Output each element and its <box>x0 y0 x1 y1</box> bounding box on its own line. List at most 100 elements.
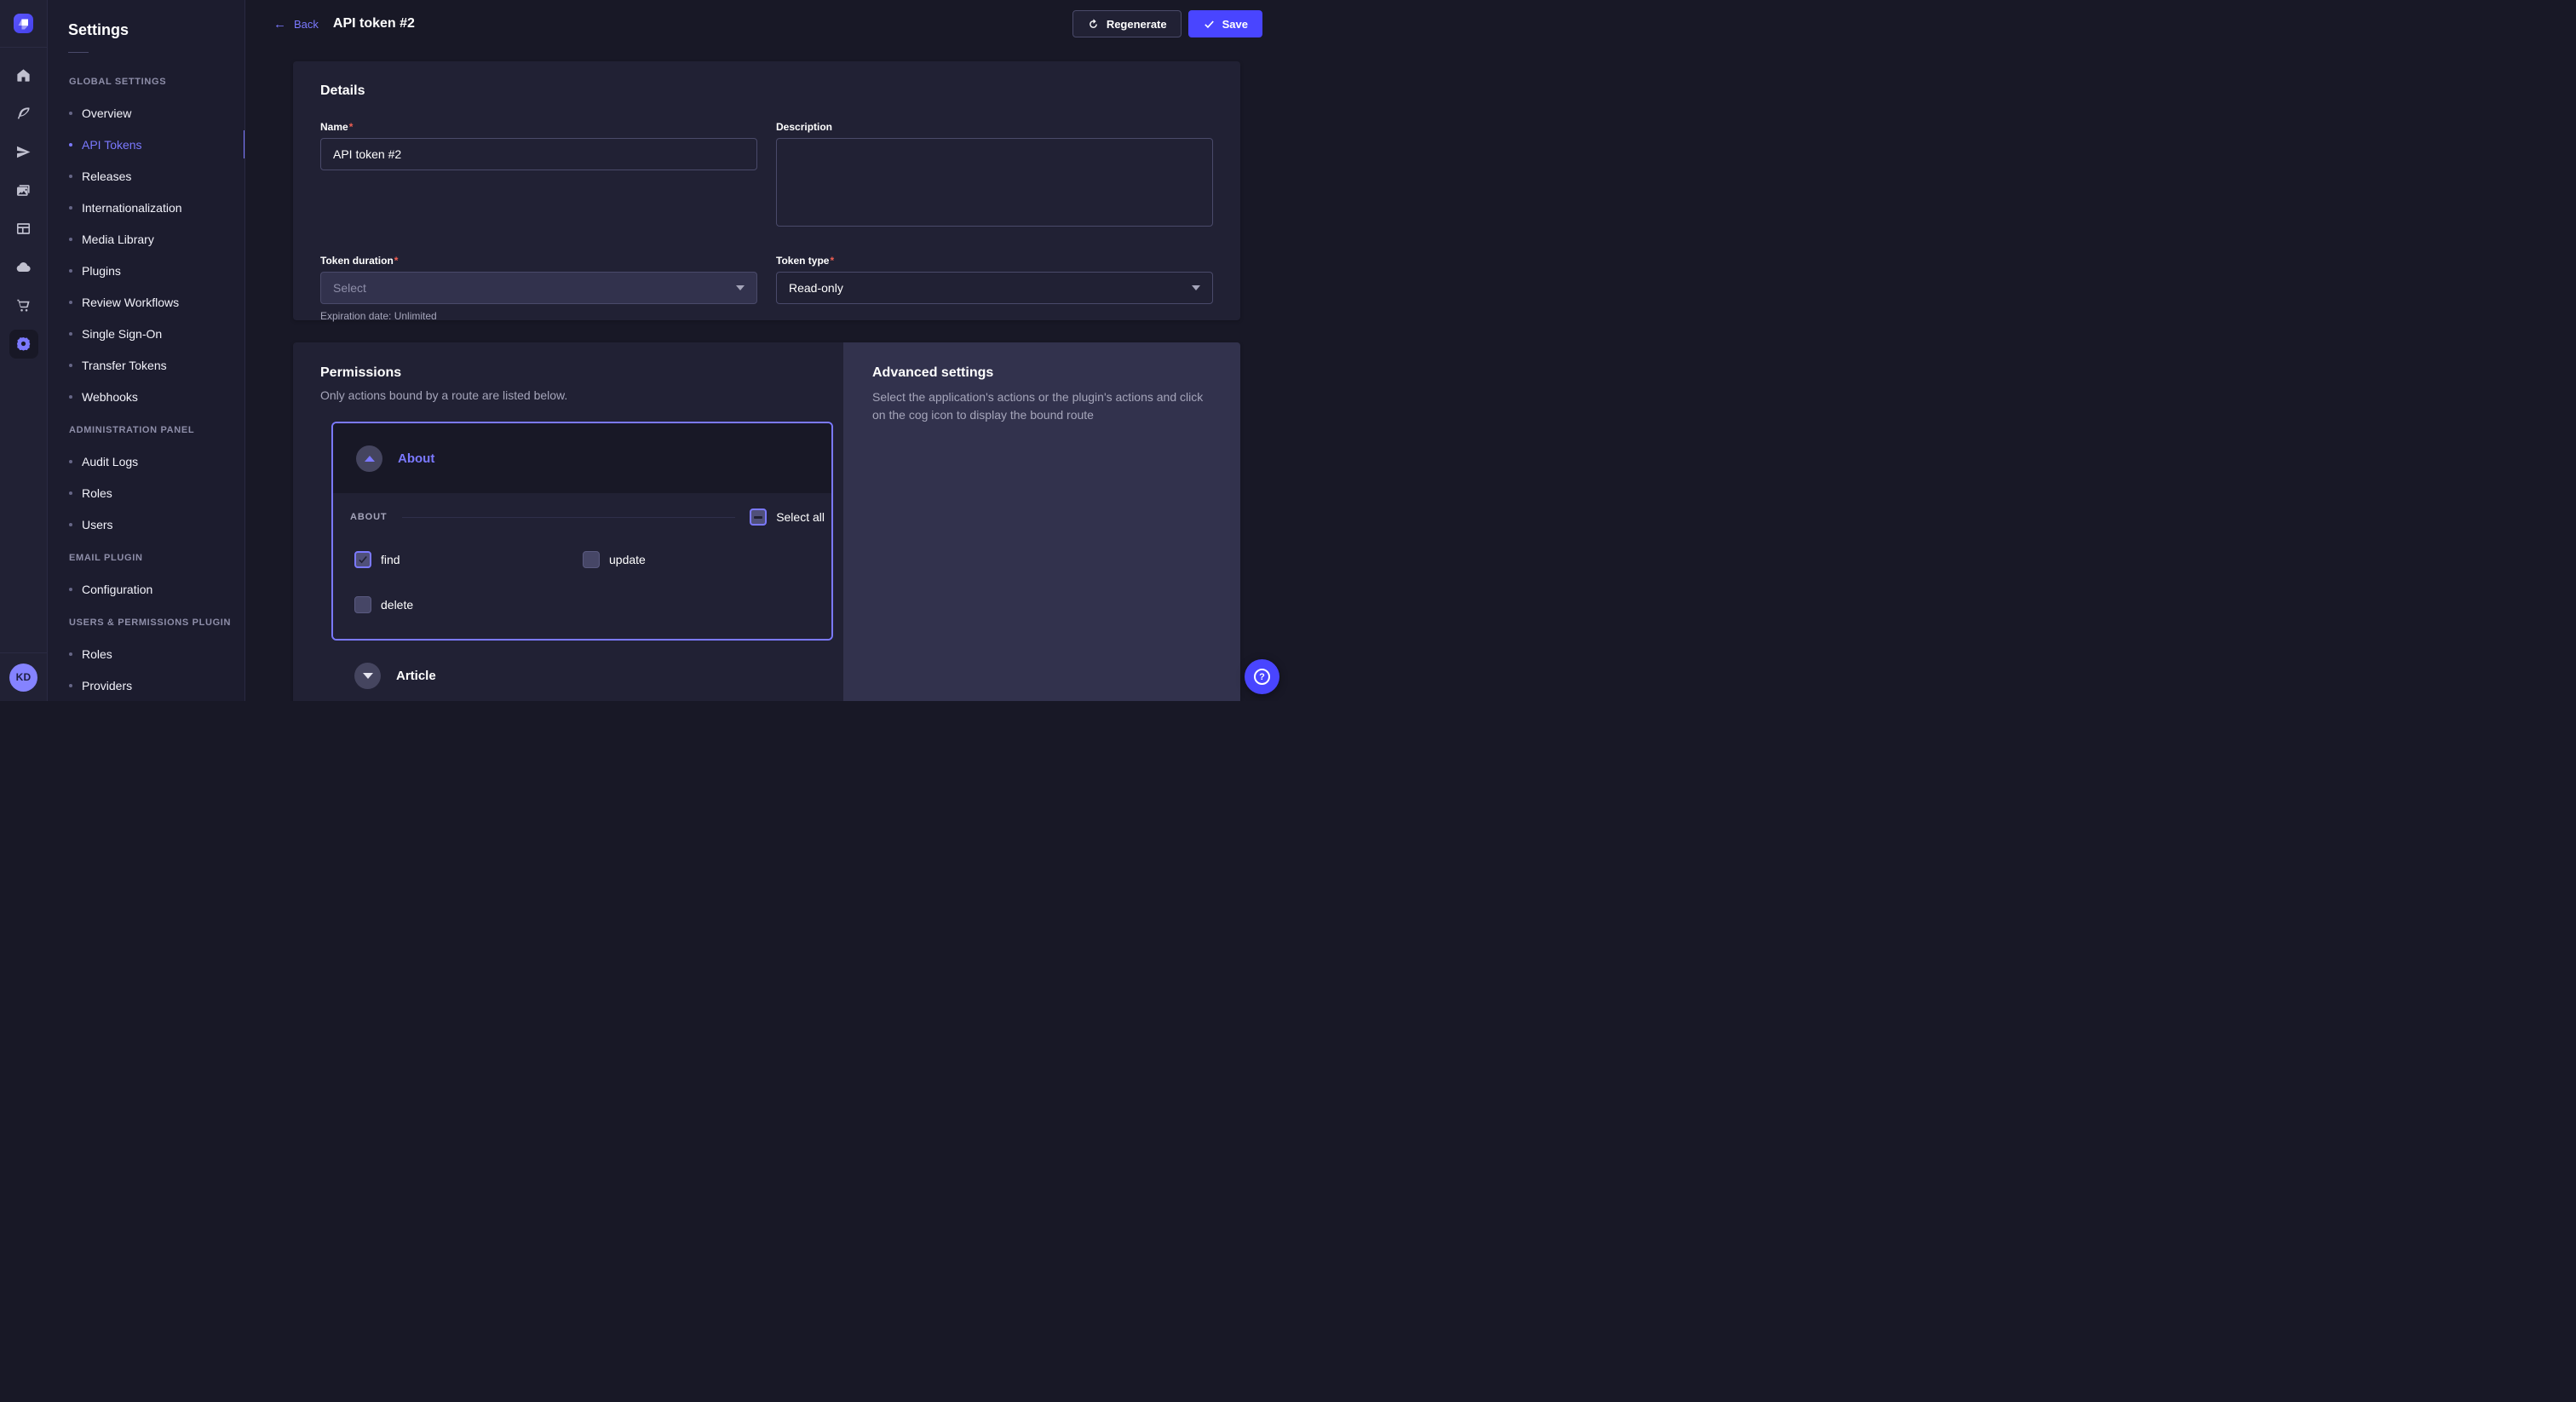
main-nav-rail: KD <box>0 0 48 701</box>
bullet-icon <box>69 112 72 115</box>
name-label: Name* <box>320 121 757 133</box>
actions-grid: find update delete <box>354 551 825 613</box>
bullet-icon <box>69 395 72 399</box>
gear-icon <box>15 336 32 352</box>
main-content: ← Back API token #2 Regenerate Save Deta… <box>245 0 1288 701</box>
article-accordion-header[interactable]: Article <box>331 663 833 689</box>
title-divider <box>68 52 89 53</box>
sidebar-item-plugins[interactable]: Plugins <box>48 255 244 286</box>
save-button[interactable]: Save <box>1188 10 1262 37</box>
cloud-icon <box>15 259 32 275</box>
about-accordion-body: ABOUT Select all find <box>333 493 831 639</box>
sidebar-item-admin-roles[interactable]: Roles <box>48 477 244 509</box>
collapse-toggle-button[interactable] <box>356 445 382 472</box>
nav-media-library[interactable] <box>9 176 38 205</box>
sidebar-item-api-tokens[interactable]: API Tokens <box>48 129 244 160</box>
action-find: find <box>354 551 583 568</box>
check-icon <box>357 554 369 566</box>
help-icon: ? <box>1254 669 1270 685</box>
chevron-down-icon <box>736 285 745 290</box>
chevron-down-icon <box>1192 285 1200 290</box>
bullet-icon <box>69 175 72 178</box>
home-icon <box>15 67 32 83</box>
nav-settings[interactable] <box>9 330 38 359</box>
nav-releases[interactable] <box>9 138 38 167</box>
details-title: Details <box>320 83 1213 99</box>
sidebar-item-audit-logs[interactable]: Audit Logs <box>48 445 244 477</box>
sidebar-item-internationalization[interactable]: Internationalization <box>48 192 244 223</box>
page-title: API token #2 <box>333 16 415 32</box>
nav-cloud[interactable] <box>9 253 38 282</box>
update-checkbox[interactable] <box>583 551 600 568</box>
description-field-group: Description <box>776 121 1213 231</box>
action-label[interactable]: find <box>381 553 400 566</box>
sidebar-item-configuration[interactable]: Configuration <box>48 573 244 605</box>
select-all-checkbox[interactable] <box>750 509 767 526</box>
sidebar-item-up-roles[interactable]: Roles <box>48 638 244 669</box>
sidebar-item-webhooks[interactable]: Webhooks <box>48 381 244 412</box>
help-button[interactable]: ? <box>1245 659 1279 694</box>
bullet-icon <box>69 491 72 495</box>
permissions-card: Permissions Only actions bound by a rout… <box>293 342 1240 701</box>
find-checkbox[interactable] <box>354 551 371 568</box>
bullet-icon <box>69 143 72 147</box>
nav-home[interactable] <box>9 61 38 90</box>
permissions-panel: Permissions Only actions bound by a rout… <box>293 342 843 701</box>
nav-content-manager[interactable] <box>9 215 38 244</box>
token-duration-label: Token duration* <box>320 255 757 267</box>
description-textarea[interactable] <box>776 138 1213 227</box>
sidebar-item-releases[interactable]: Releases <box>48 160 244 192</box>
sidebar-item-single-sign-on[interactable]: Single Sign-On <box>48 318 244 349</box>
sidebar-item-review-workflows[interactable]: Review Workflows <box>48 286 244 318</box>
section-global-settings: GLOBAL SETTINGS Overview API Tokens Rele… <box>48 77 244 412</box>
nav-content-type-builder[interactable] <box>9 100 38 129</box>
bullet-icon <box>69 652 72 656</box>
about-section-row: ABOUT Select all <box>350 509 825 526</box>
bullet-icon <box>69 332 72 336</box>
about-accordion-header[interactable]: About <box>333 423 831 493</box>
sidebar-item-transfer-tokens[interactable]: Transfer Tokens <box>48 349 244 381</box>
regenerate-button[interactable]: Regenerate <box>1072 10 1182 37</box>
action-label[interactable]: delete <box>381 598 413 612</box>
nav-marketplace[interactable] <box>9 291 38 320</box>
strapi-logo-icon <box>14 14 33 33</box>
action-delete: delete <box>354 596 583 613</box>
back-label: Back <box>294 18 319 31</box>
section-label: EMAIL PLUGIN <box>48 553 244 563</box>
details-card: Details Name* Description Token duration… <box>293 61 1240 320</box>
images-icon <box>15 182 32 198</box>
indeterminate-icon <box>754 516 762 519</box>
about-section-label: ABOUT <box>350 512 388 522</box>
sidebar-item-overview[interactable]: Overview <box>48 97 244 129</box>
feather-icon <box>15 106 32 122</box>
strapi-logo-button[interactable] <box>0 0 47 48</box>
sidebar-item-media-library[interactable]: Media Library <box>48 223 244 255</box>
name-field-group: Name* <box>320 121 757 231</box>
bullet-icon <box>69 301 72 304</box>
token-duration-field-group: Token duration* Select Expiration date: … <box>320 255 757 322</box>
sidebar-item-users[interactable]: Users <box>48 509 244 540</box>
expiration-hint: Expiration date: Unlimited <box>320 310 757 322</box>
token-duration-select[interactable]: Select <box>320 272 757 304</box>
select-all-label[interactable]: Select all <box>776 510 825 524</box>
back-link[interactable]: ← Back <box>273 18 319 31</box>
bullet-icon <box>69 523 72 526</box>
page-header: ← Back API token #2 Regenerate Save <box>245 0 1288 48</box>
bullet-icon <box>69 460 72 463</box>
sidebar-title: Settings <box>68 21 224 39</box>
token-type-select[interactable]: Read-only <box>776 272 1213 304</box>
action-label[interactable]: update <box>609 553 646 566</box>
user-avatar[interactable]: KD <box>9 664 37 692</box>
layout-icon <box>15 221 32 237</box>
name-input[interactable] <box>320 138 757 170</box>
sidebar-item-providers[interactable]: Providers <box>48 669 244 701</box>
required-asterisk: * <box>394 255 399 267</box>
chevron-up-icon <box>365 456 375 462</box>
bullet-icon <box>69 588 72 591</box>
advanced-settings-description: Select the application's actions or the … <box>872 388 1206 424</box>
section-email-plugin: EMAIL PLUGIN Configuration <box>48 553 244 605</box>
expand-toggle-button[interactable] <box>354 663 381 689</box>
settings-sidebar: Settings GLOBAL SETTINGS Overview API To… <box>48 0 245 701</box>
delete-checkbox[interactable] <box>354 596 371 613</box>
section-label: USERS & PERMISSIONS PLUGIN <box>48 618 244 628</box>
